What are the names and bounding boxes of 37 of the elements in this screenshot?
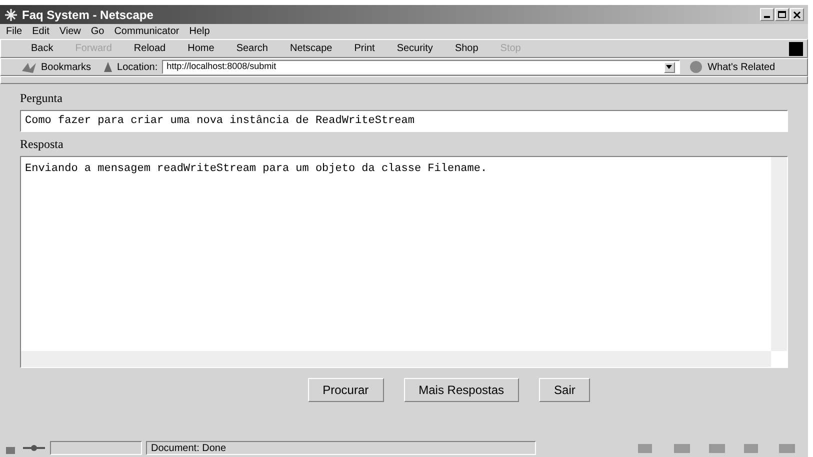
form-button[interactable]: Sair bbox=[539, 378, 590, 402]
bookmarks-button[interactable]: Bookmarks bbox=[41, 60, 92, 74]
toolbar-button[interactable]: Reload bbox=[134, 41, 166, 56]
answer-label: Resposta bbox=[20, 136, 64, 153]
toolbar-button[interactable]: Netscape bbox=[290, 41, 332, 56]
menu-item[interactable]: Go bbox=[90, 24, 104, 39]
question-label: Pergunta bbox=[20, 90, 64, 107]
close-icon bbox=[793, 10, 801, 18]
menu-item[interactable]: File bbox=[6, 24, 22, 39]
window-title: Faq System - Netscape bbox=[22, 6, 154, 24]
toolbar-button[interactable]: Security bbox=[396, 41, 433, 56]
bookmark-icon bbox=[21, 61, 37, 73]
toolbar-button[interactable]: Shop bbox=[454, 41, 478, 56]
whats-related-button[interactable]: What's Related bbox=[708, 60, 776, 74]
menu-item[interactable]: Help bbox=[189, 24, 210, 39]
toolbar-button[interactable]: Home bbox=[188, 41, 214, 56]
menu-item[interactable]: View bbox=[59, 24, 81, 39]
toolbar-button[interactable]: Back bbox=[31, 41, 54, 56]
form-button[interactable]: Mais Respostas bbox=[404, 378, 520, 402]
location-icon bbox=[103, 61, 114, 73]
menu-item[interactable]: Edit bbox=[32, 24, 50, 39]
url-field[interactable]: http://localhost:8008/submit bbox=[162, 60, 680, 74]
status-text-panel: Document: Done bbox=[146, 441, 536, 455]
globe-icon bbox=[688, 60, 704, 74]
minimize-button[interactable] bbox=[760, 8, 774, 21]
star-icon bbox=[4, 8, 18, 22]
toolbar-button[interactable]: Print bbox=[354, 41, 375, 56]
question-field[interactable]: Como fazer para criar uma nova instância de ReadWriteStream bbox=[20, 110, 788, 132]
toolbar-button[interactable]: Search bbox=[236, 41, 268, 56]
answer-field[interactable]: Enviando a mensagem readWriteStream para um objeto da classe Filename. bbox=[20, 156, 788, 368]
dropdown-icon[interactable] bbox=[664, 62, 675, 72]
form-button[interactable]: Procurar bbox=[308, 378, 384, 402]
close-button[interactable] bbox=[790, 8, 804, 21]
connection-icon bbox=[22, 442, 46, 454]
location-label: Location: bbox=[117, 60, 158, 74]
maximize-button[interactable] bbox=[775, 8, 789, 21]
menu-item[interactable]: Communicator bbox=[114, 24, 180, 39]
